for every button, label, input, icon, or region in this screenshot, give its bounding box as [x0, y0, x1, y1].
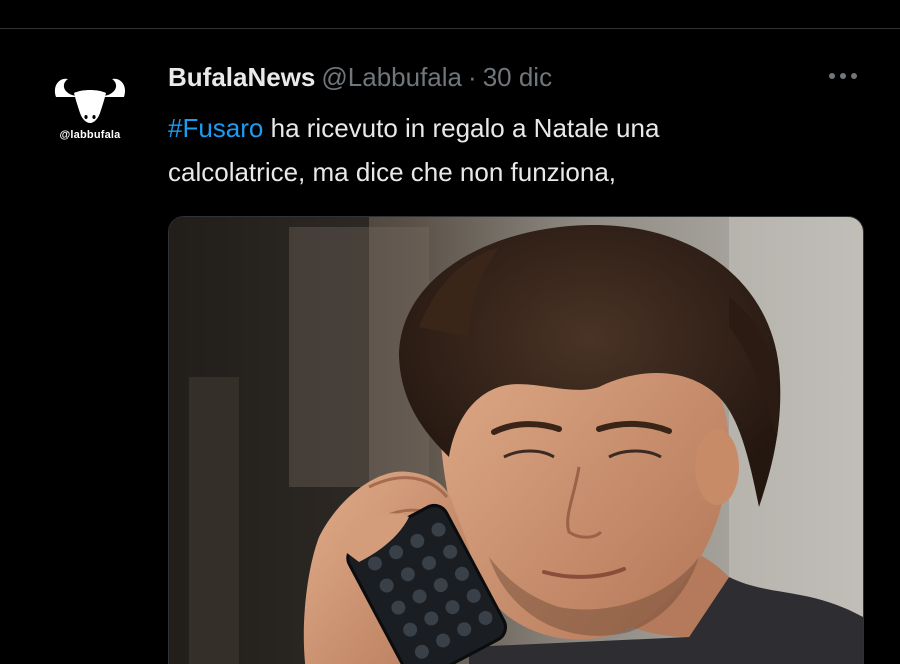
- avatar-caption: @labbufala: [59, 129, 121, 141]
- tweet-text-line-1-rest: ha ricevuto in regalo a Natale una: [263, 113, 660, 143]
- tweet-media-photo[interactable]: [168, 216, 864, 664]
- tweet-text: #Fusaro ha ricevuto in regalo a Natale u…: [168, 106, 858, 194]
- more-options-button[interactable]: [818, 59, 868, 93]
- more-horizontal-icon: [829, 73, 857, 79]
- tweet[interactable]: @labbufala BufalaNews @Labbufala · 30 dic #…: [0, 29, 900, 664]
- twitter-page: @labbufala BufalaNews @Labbufala · 30 dic #…: [0, 0, 900, 664]
- separator-dot: ·: [468, 62, 477, 92]
- display-name[interactable]: BufalaNews: [168, 62, 315, 92]
- tweet-header: BufalaNews @Labbufala · 30 dic: [168, 60, 552, 94]
- tweet-text-line-2: calcolatrice, ma dice che non funziona,: [168, 157, 617, 187]
- user-handle[interactable]: @Labbufala: [321, 62, 462, 92]
- tweet-text-line-1: #Fusaro ha ricevuto in regalo a Natale u…: [168, 106, 858, 150]
- buffalo-logo-icon: [54, 78, 126, 123]
- photo-icon: [169, 217, 863, 664]
- avatar[interactable]: @labbufala: [46, 67, 134, 155]
- tweet-date[interactable]: 30 dic: [483, 62, 552, 92]
- hashtag-link[interactable]: #Fusaro: [168, 113, 263, 143]
